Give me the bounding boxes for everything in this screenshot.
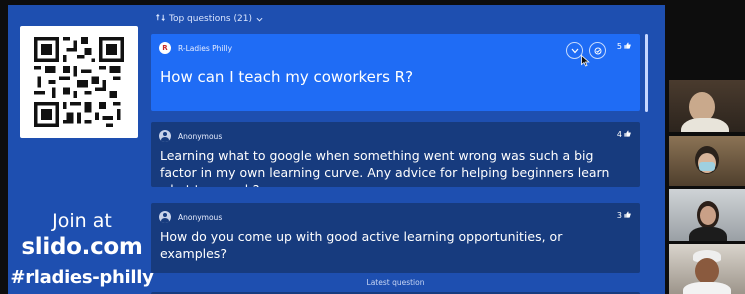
like-number: 5 xyxy=(616,42,622,51)
slido-panel: Join at slido.com #rladies-philly Top qu… xyxy=(8,5,665,294)
like-count[interactable]: 3 xyxy=(617,211,631,220)
participant-body xyxy=(681,118,729,132)
question-card[interactable]: Anonymous 4 Learning what to google when… xyxy=(151,122,640,187)
like-number: 3 xyxy=(616,211,622,220)
join-domain: slido.com xyxy=(21,234,143,260)
avatar: R xyxy=(159,42,171,54)
participant-body xyxy=(689,227,727,241)
like-count[interactable]: 4 xyxy=(617,130,631,139)
question-card-highlighted[interactable]: R R-Ladies Philly 5 How can I teach my c… xyxy=(151,34,640,111)
join-at-label: Join at xyxy=(52,210,112,232)
question-author: R R-Ladies Philly xyxy=(159,42,232,54)
questions-header-title: Top questions (21) xyxy=(169,14,252,24)
question-author: Anonymous xyxy=(159,211,222,223)
mouse-cursor-icon xyxy=(581,55,590,67)
question-author: Anonymous xyxy=(159,130,222,142)
thumbs-up-icon xyxy=(624,130,631,139)
participant-video-3[interactable] xyxy=(669,189,745,241)
latest-question-label: Latest question xyxy=(366,278,425,287)
event-code: #rladies-philly xyxy=(10,267,154,288)
like-number: 4 xyxy=(616,130,622,139)
scrollbar[interactable] xyxy=(645,34,648,112)
questions-sort-dropdown[interactable]: Top questions (21) xyxy=(156,10,263,28)
participant-video-1[interactable] xyxy=(669,80,745,132)
like-count[interactable]: 5 xyxy=(617,42,631,51)
question-text: How can I teach my coworkers R? xyxy=(160,68,414,86)
thumbs-up-icon xyxy=(624,211,631,220)
chevron-down-icon xyxy=(256,15,263,24)
question-text: Learning what to google when something w… xyxy=(160,148,610,187)
participant-face xyxy=(700,206,716,225)
archive-button[interactable] xyxy=(589,42,606,59)
participant-video-4[interactable] xyxy=(669,244,745,294)
author-name: Anonymous xyxy=(178,131,223,141)
participant-body xyxy=(683,282,731,294)
face-mask xyxy=(699,162,715,171)
qr-code xyxy=(20,26,138,138)
anonymous-avatar-icon xyxy=(159,211,171,223)
question-card[interactable]: Anonymous 3 How do you come up with good… xyxy=(151,203,640,273)
sort-icon xyxy=(156,13,165,25)
thumbs-up-icon xyxy=(624,42,631,51)
participant-face xyxy=(695,258,719,284)
participant-video-2[interactable] xyxy=(669,136,745,186)
author-name: R-Ladies Philly xyxy=(178,43,233,53)
author-name: Anonymous xyxy=(178,212,223,222)
anonymous-avatar-icon xyxy=(159,130,171,142)
question-text: How do you come up with good active lear… xyxy=(160,229,563,261)
